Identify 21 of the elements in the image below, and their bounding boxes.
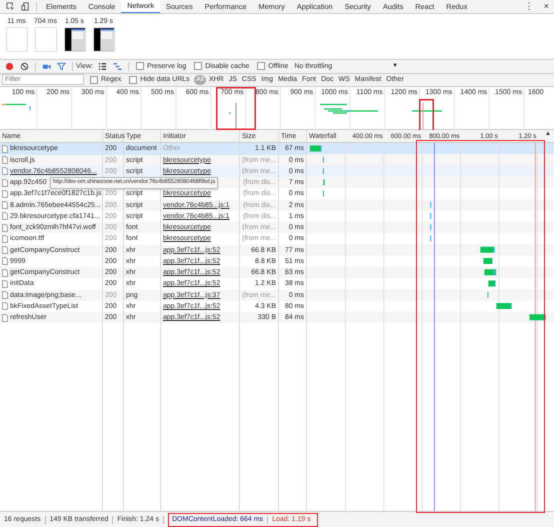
page-thumbnail[interactable] (92, 26, 114, 52)
camera-icon[interactable] (42, 62, 51, 71)
record-button[interactable] (5, 62, 14, 71)
highlight-box (419, 99, 434, 130)
list-view-icon[interactable] (98, 62, 107, 71)
highlight-box (216, 87, 256, 130)
checkbox[interactable] (129, 76, 138, 84)
page-thumbnail[interactable] (64, 26, 86, 52)
more-menu-button[interactable]: ⋮ (520, 0, 539, 13)
checkbox[interactable] (194, 62, 202, 70)
inspect-icon[interactable] (6, 2, 15, 11)
device-icon[interactable] (21, 2, 30, 11)
checkbox[interactable] (257, 62, 266, 70)
clear-icon[interactable] (20, 62, 29, 71)
close-button[interactable]: × (538, 0, 554, 13)
page-thumbnail[interactable] (6, 26, 28, 52)
waterfall-view-icon[interactable] (113, 62, 122, 71)
filter-icon[interactable] (57, 62, 66, 71)
checkbox[interactable] (90, 76, 98, 84)
checkbox[interactable] (136, 62, 144, 70)
page-thumbnail[interactable] (34, 26, 56, 52)
